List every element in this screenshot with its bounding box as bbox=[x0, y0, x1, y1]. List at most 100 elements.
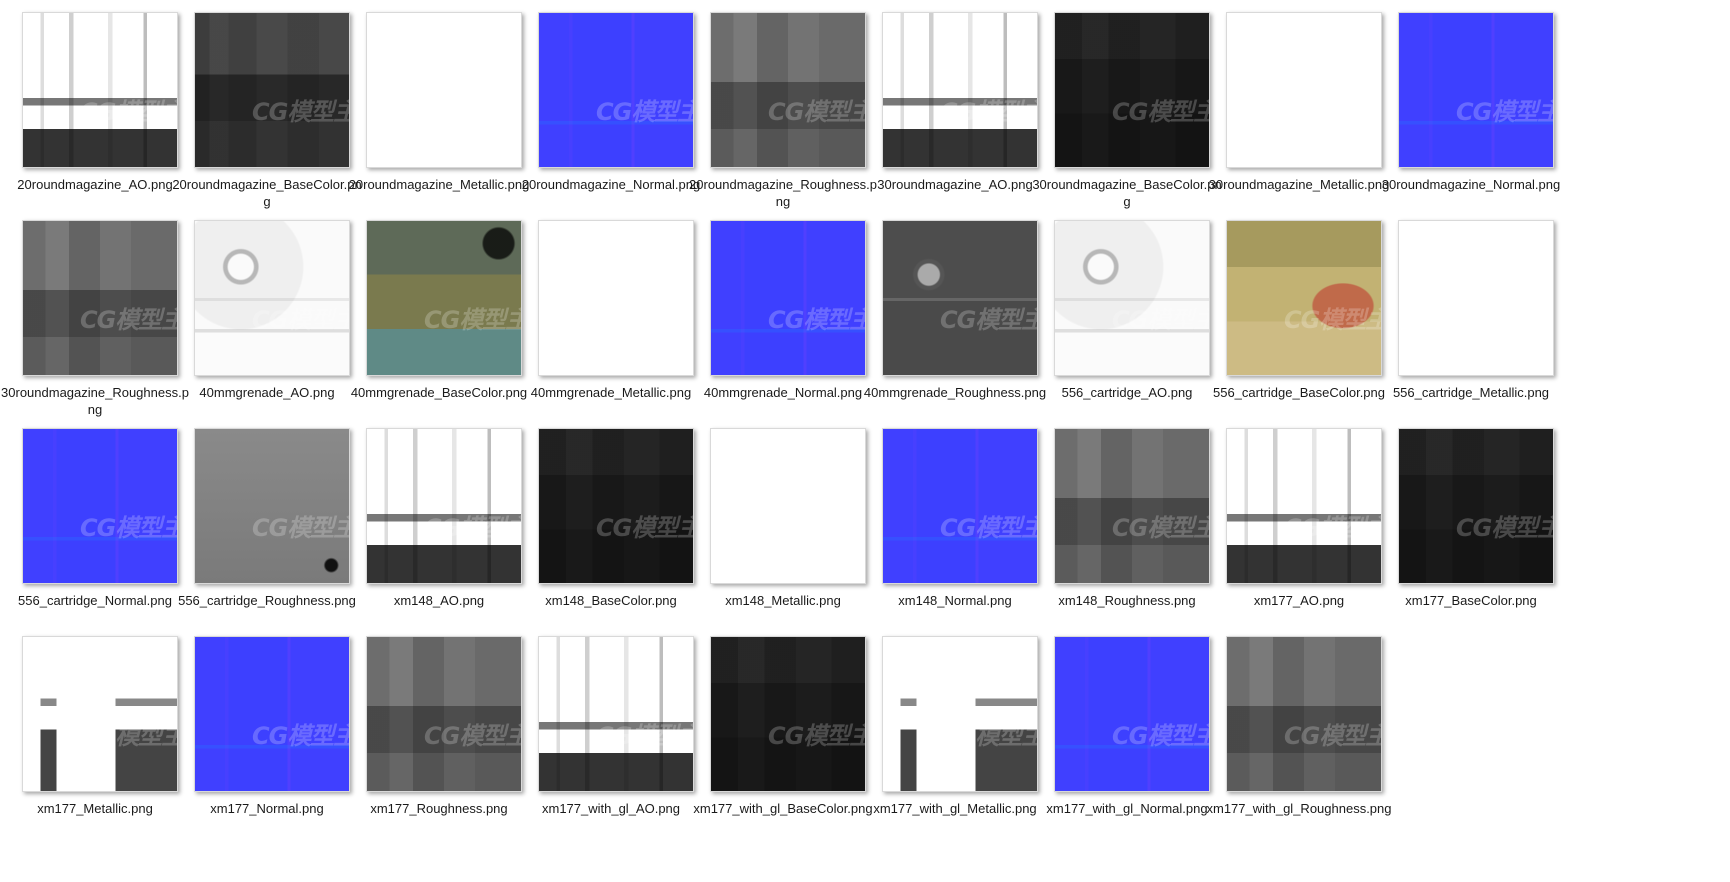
thumbnail-border bbox=[710, 220, 866, 376]
file-name[interactable]: 20roundmagazine_BaseColor.png bbox=[172, 176, 362, 210]
file-name[interactable]: xm177_with_gl_Roughness.png bbox=[1204, 800, 1394, 817]
file-name[interactable]: 556_cartridge_Normal.png bbox=[0, 592, 190, 609]
file-name[interactable]: 40mmgrenade_BaseColor.png bbox=[344, 384, 534, 401]
file-thumbnail[interactable]: CG模型主 bbox=[194, 12, 350, 168]
file-name[interactable]: 40mmgrenade_AO.png bbox=[172, 384, 362, 401]
thumbnail-border bbox=[194, 12, 350, 168]
file-thumbnail[interactable]: CG模型主 bbox=[538, 428, 694, 584]
file-name[interactable]: xm177_with_gl_AO.png bbox=[516, 800, 706, 817]
watermark: CG模型主 bbox=[1456, 306, 1554, 334]
thumbnail-border bbox=[1398, 428, 1554, 584]
file-thumbnail[interactable]: CG模型主 bbox=[1398, 428, 1554, 584]
file-thumbnail[interactable]: CG模型主 bbox=[22, 428, 178, 584]
file-thumbnail[interactable]: CG模型主 bbox=[882, 220, 1038, 376]
file-thumbnail[interactable]: CG模型主 bbox=[194, 428, 350, 584]
watermark: CG模型主 bbox=[252, 722, 350, 750]
file-name[interactable]: 30roundmagazine_Metallic.png bbox=[1204, 176, 1394, 193]
file-name[interactable]: xm148_Metallic.png bbox=[688, 592, 878, 609]
file-name[interactable]: xm177_with_gl_Normal.png bbox=[1032, 800, 1222, 817]
file-name[interactable]: xm177_Normal.png bbox=[172, 800, 362, 817]
file-name[interactable]: 20roundmagazine_AO.png bbox=[0, 176, 190, 193]
file-thumbnail[interactable]: CG模型主 bbox=[1226, 636, 1382, 792]
file-thumbnail[interactable]: CG模型主 bbox=[366, 428, 522, 584]
file-thumbnail[interactable]: CG模型主 bbox=[882, 12, 1038, 168]
watermark: CG模型主 bbox=[80, 98, 178, 126]
file-thumbnail[interactable]: CG模型主 bbox=[882, 636, 1038, 792]
file-name[interactable]: 40mmgrenade_Normal.png bbox=[688, 384, 878, 401]
watermark: CG模型主 bbox=[424, 514, 522, 542]
file-thumbnail[interactable]: CG模型主 bbox=[882, 428, 1038, 584]
watermark: CG模型主 bbox=[768, 514, 866, 542]
thumbnail-border bbox=[710, 12, 866, 168]
file-name[interactable]: xm177_AO.png bbox=[1204, 592, 1394, 609]
file-name[interactable]: 556_cartridge_BaseColor.png bbox=[1204, 384, 1394, 401]
file-thumbnail[interactable]: CG模型主 bbox=[1054, 220, 1210, 376]
watermark: CG模型主 bbox=[1112, 98, 1210, 126]
watermark: CG模型主 bbox=[940, 514, 1038, 542]
thumbnail-border bbox=[538, 12, 694, 168]
file-thumbnail[interactable]: CG模型主 bbox=[22, 220, 178, 376]
thumbnail-border bbox=[366, 636, 522, 792]
file-thumbnail[interactable]: CG模型主 bbox=[22, 636, 178, 792]
file-name[interactable]: xm148_Normal.png bbox=[860, 592, 1050, 609]
file-thumbnail[interactable]: CG模型主 bbox=[538, 220, 694, 376]
file-thumbnail[interactable]: CG模型主 bbox=[1398, 220, 1554, 376]
thumbnail-border bbox=[366, 428, 522, 584]
file-thumbnail[interactable]: CG模型主 bbox=[1226, 428, 1382, 584]
thumbnail-border bbox=[882, 428, 1038, 584]
file-thumbnail[interactable]: CG模型主 bbox=[366, 636, 522, 792]
file-thumbnail[interactable]: CG模型主 bbox=[1398, 12, 1554, 168]
file-name[interactable]: 556_cartridge_AO.png bbox=[1032, 384, 1222, 401]
file-thumbnail[interactable]: CG模型主 bbox=[366, 220, 522, 376]
file-thumbnail[interactable]: CG模型主 bbox=[1054, 636, 1210, 792]
file-name[interactable]: xm177_BaseColor.png bbox=[1376, 592, 1566, 609]
thumbnail-border bbox=[538, 220, 694, 376]
file-name[interactable]: 40mmgrenade_Metallic.png bbox=[516, 384, 706, 401]
thumbnail-border bbox=[710, 636, 866, 792]
file-name[interactable]: xm177_Roughness.png bbox=[344, 800, 534, 817]
file-name[interactable]: 556_cartridge_Roughness.png bbox=[172, 592, 362, 609]
file-thumbnail[interactable]: CG模型主 bbox=[1226, 220, 1382, 376]
file-thumbnail[interactable]: CG模型主 bbox=[710, 12, 866, 168]
thumbnail-border bbox=[1226, 220, 1382, 376]
file-thumbnail[interactable]: CG模型主 bbox=[1226, 12, 1382, 168]
file-thumbnail[interactable]: CG模型主 bbox=[538, 12, 694, 168]
file-thumbnail[interactable]: CG模型主 bbox=[710, 220, 866, 376]
thumbnail-border bbox=[22, 428, 178, 584]
file-name[interactable]: xm148_Roughness.png bbox=[1032, 592, 1222, 609]
thumbnail-border bbox=[538, 636, 694, 792]
file-name[interactable]: 20roundmagazine_Metallic.png bbox=[344, 176, 534, 193]
file-name[interactable]: 30roundmagazine_Normal.png bbox=[1376, 176, 1566, 193]
thumbnail-border bbox=[1054, 12, 1210, 168]
file-name[interactable]: xm177_with_gl_Metallic.png bbox=[860, 800, 1050, 817]
file-thumbnail[interactable]: CG模型主 bbox=[366, 12, 522, 168]
watermark: CG模型主 bbox=[940, 98, 1038, 126]
file-name[interactable]: xm148_AO.png bbox=[344, 592, 534, 609]
file-name[interactable]: xm177_with_gl_BaseColor.png bbox=[688, 800, 878, 817]
watermark: CG模型主 bbox=[1284, 722, 1382, 750]
watermark: CG模型主 bbox=[1112, 306, 1210, 334]
file-name[interactable]: xm148_BaseColor.png bbox=[516, 592, 706, 609]
file-thumbnail[interactable]: CG模型主 bbox=[710, 636, 866, 792]
file-name[interactable]: xm177_Metallic.png bbox=[0, 800, 190, 817]
file-thumbnail[interactable]: CG模型主 bbox=[1054, 12, 1210, 168]
file-thumbnail[interactable]: CG模型主 bbox=[194, 636, 350, 792]
file-thumbnail[interactable]: CG模型主 bbox=[1054, 428, 1210, 584]
file-thumbnail[interactable]: CG模型主 bbox=[194, 220, 350, 376]
file-name[interactable]: 30roundmagazine_BaseColor.png bbox=[1032, 176, 1222, 210]
thumbnail-border bbox=[1226, 428, 1382, 584]
file-name[interactable]: 30roundmagazine_AO.png bbox=[860, 176, 1050, 193]
file-name[interactable]: 556_cartridge_Metallic.png bbox=[1376, 384, 1566, 401]
thumbnail-border bbox=[1226, 636, 1382, 792]
file-thumbnail[interactable]: CG模型主 bbox=[22, 12, 178, 168]
thumbnail-border bbox=[882, 12, 1038, 168]
file-name[interactable]: 30roundmagazine_Roughness.png bbox=[0, 384, 190, 418]
file-name[interactable]: 40mmgrenade_Roughness.png bbox=[860, 384, 1050, 401]
file-name[interactable]: 20roundmagazine_Normal.png bbox=[516, 176, 706, 193]
watermark: CG模型主 bbox=[768, 98, 866, 126]
file-thumbnail[interactable]: CG模型主 bbox=[538, 636, 694, 792]
watermark: CG模型主 bbox=[596, 98, 694, 126]
file-name[interactable]: 20roundmagazine_Roughness.png bbox=[688, 176, 878, 210]
thumbnail-border bbox=[22, 636, 178, 792]
file-thumbnail[interactable]: CG模型主 bbox=[710, 428, 866, 584]
